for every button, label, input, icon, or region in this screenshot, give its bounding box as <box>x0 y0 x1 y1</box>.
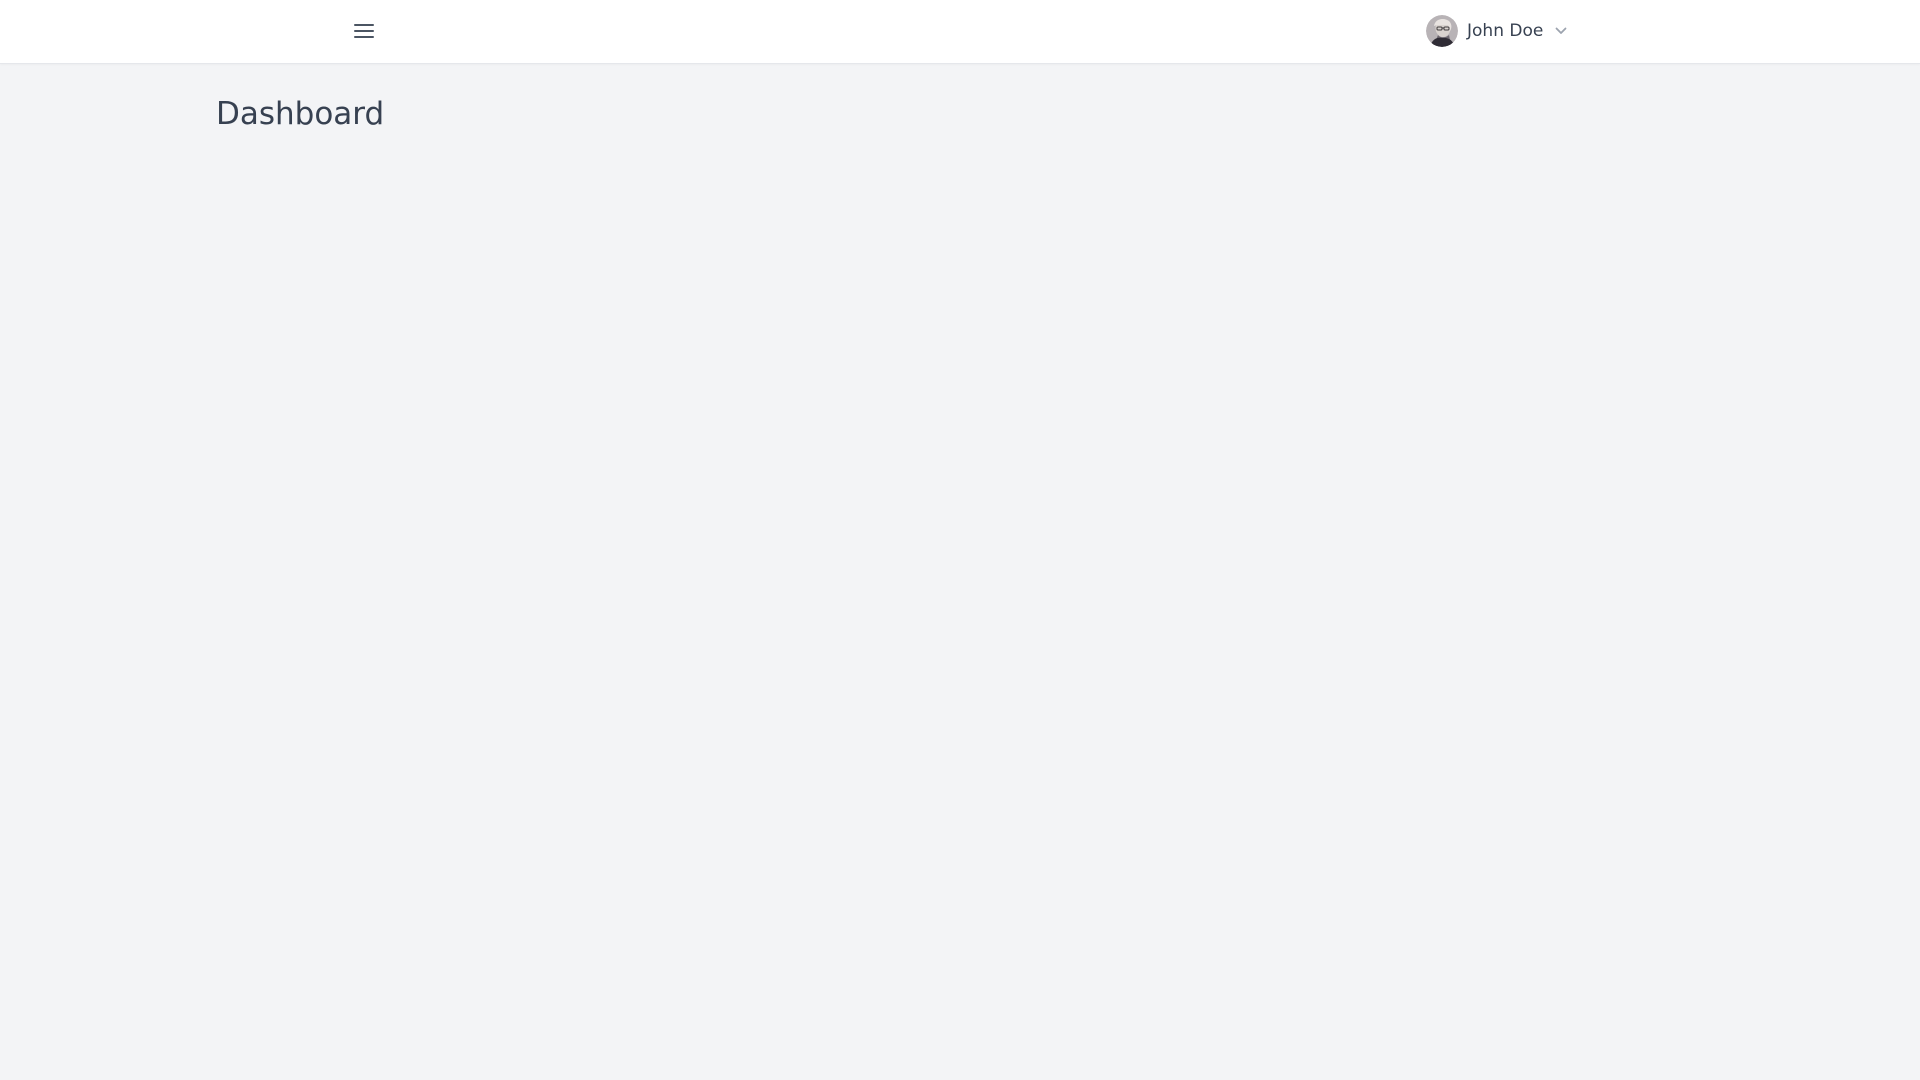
user-menu-button[interactable]: John Doe <box>1426 14 1567 48</box>
page-title: Dashboard <box>216 96 385 132</box>
user-avatar <box>1426 15 1458 47</box>
menu-toggle-button[interactable] <box>348 15 380 47</box>
user-name: John Doe <box>1467 20 1544 41</box>
chevron-down-icon <box>1555 27 1567 34</box>
top-navigation-bar: John Doe <box>0 0 1920 64</box>
hamburger-menu-icon <box>354 24 374 38</box>
